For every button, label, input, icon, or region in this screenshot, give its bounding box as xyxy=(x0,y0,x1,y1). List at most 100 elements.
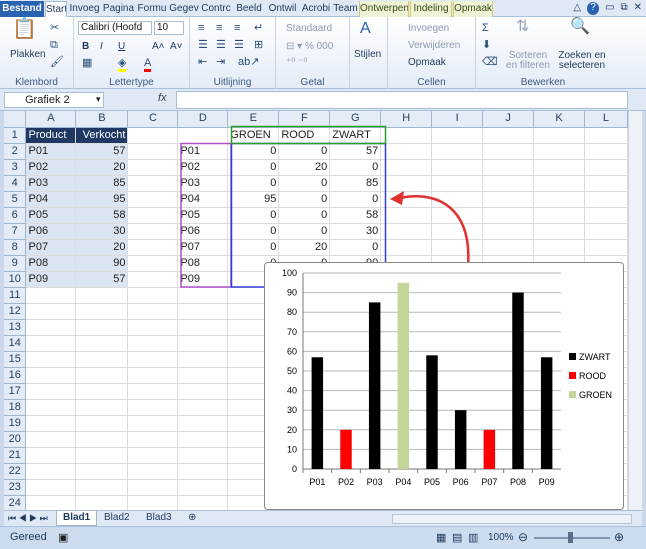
indent-increase-icon[interactable]: ⇥ xyxy=(216,56,225,68)
styles-icon[interactable]: A xyxy=(360,21,371,37)
ribbon-tab-ontwerpen[interactable]: Ontwerpen xyxy=(359,1,409,17)
find-select-button[interactable]: Zoeken en selecteren xyxy=(556,51,608,71)
wrap-text-icon[interactable]: ↵ xyxy=(254,22,263,34)
fill-color-icon[interactable]: ◈ xyxy=(118,57,127,72)
sheet-tab-blad2[interactable]: Blad2 xyxy=(98,511,136,526)
view-page-layout-icon[interactable]: ▤ xyxy=(452,531,462,544)
bar-p03 xyxy=(368,302,381,469)
legend-swatch-groen xyxy=(569,391,576,398)
number-format-select[interactable]: Standaard xyxy=(286,23,332,34)
sheet-nav-buttons[interactable]: ⏮ ◀ ▶ ⏭ xyxy=(8,513,48,524)
number-group-label: Getal xyxy=(300,77,325,88)
font-size-select[interactable]: 10 xyxy=(154,21,184,35)
clear-icon[interactable]: ⌫ xyxy=(482,56,498,68)
bar-p02 xyxy=(340,429,352,469)
legend-label-rood: ROOD xyxy=(579,371,607,381)
sheet-tab-blad1[interactable]: Blad1 xyxy=(56,511,98,526)
font-group: Calibri (Hoofd 10 B I U A˄ A˅ ▦ ◈ A Lett… xyxy=(74,17,190,89)
paste-button[interactable]: Plakken xyxy=(10,49,46,60)
paste-icon[interactable]: 📋 xyxy=(12,19,37,39)
ribbon-tab-ontwil[interactable]: Ontwil xyxy=(266,1,299,17)
ribbon-tab-invoeg[interactable]: Invoeg xyxy=(68,1,101,17)
vertical-scrollbar[interactable] xyxy=(628,111,642,510)
ribbon-tab-start[interactable]: Start xyxy=(45,1,67,17)
bar-p05 xyxy=(426,355,438,469)
styles-group: A Stijlen xyxy=(350,17,388,89)
align-bottom-icon[interactable]: ≡ xyxy=(234,22,240,34)
find-select-icon[interactable]: 🔍 xyxy=(570,19,590,35)
italic-button[interactable]: I xyxy=(100,41,103,52)
minimize-ribbon-icon[interactable]: △ xyxy=(573,2,581,15)
view-normal-icon[interactable]: ▦ xyxy=(436,531,446,544)
underline-button[interactable]: U xyxy=(118,41,125,52)
currency-button[interactable]: ⊟ ▾ % 000 xyxy=(286,41,333,52)
zoom-slider-thumb[interactable] xyxy=(568,532,573,543)
name-box-dropdown-icon[interactable]: ▾ xyxy=(96,94,101,105)
insert-cells-button[interactable]: Invoegen xyxy=(408,23,449,34)
insert-sheet-icon[interactable]: ⊕ xyxy=(182,511,202,526)
delete-cells-button[interactable]: Verwijderen xyxy=(408,40,460,51)
ribbon-tab-indeling[interactable]: Indeling xyxy=(410,1,452,17)
bold-button[interactable]: B xyxy=(82,41,89,52)
restore-window-icon[interactable]: ⧉ xyxy=(620,2,627,15)
ribbon-tab-beeld[interactable]: Beeld xyxy=(233,1,265,17)
view-page-break-icon[interactable]: ▥ xyxy=(468,531,478,544)
cut-icon[interactable]: ✂ xyxy=(50,22,59,34)
align-top-icon[interactable]: ≡ xyxy=(198,22,204,34)
y-tick-label: 20 xyxy=(287,425,297,435)
series-range-outline xyxy=(230,125,387,145)
copy-icon[interactable]: ⧉ xyxy=(50,39,58,51)
x-tick-label: P03 xyxy=(367,477,383,487)
ribbon-tab-pagina[interactable]: Pagina xyxy=(102,1,135,17)
zoom-in-button[interactable]: ⊕ xyxy=(614,530,624,544)
ribbon-tab-opmaak[interactable]: Opmaak xyxy=(453,1,493,17)
close-window-icon[interactable]: ✕ xyxy=(634,2,642,15)
format-cells-button[interactable]: Opmaak xyxy=(408,57,446,68)
status-text: Gereed xyxy=(10,531,47,543)
borders-icon[interactable]: ▦ xyxy=(82,57,92,69)
y-tick-label: 30 xyxy=(287,405,297,415)
bar-p08 xyxy=(512,292,524,469)
zoom-out-button[interactable]: ⊖ xyxy=(518,530,528,544)
orientation-icon[interactable]: ab↗ xyxy=(238,56,259,68)
shrink-font-button[interactable]: A˅ xyxy=(170,41,183,52)
align-middle-icon[interactable]: ≡ xyxy=(216,22,222,34)
ribbon-tab-formu[interactable]: Formu xyxy=(136,1,168,17)
help-icon[interactable]: ? xyxy=(587,2,600,15)
sort-filter-button[interactable]: Sorteren en filteren xyxy=(504,51,552,71)
number-group: Standaard ⊟ ▾ % 000 ⁺⁰ ⁻⁰ Getal xyxy=(276,17,350,89)
macro-record-icon[interactable]: ▣ xyxy=(58,531,68,544)
fill-icon[interactable]: ⬇ xyxy=(482,39,491,51)
chart-plot[interactable]: 0 10 20 30 40 50 60 70 80 90 100 P01 P02 P03 P04 P05 P06… xyxy=(265,263,623,509)
ribbon-tab-team[interactable]: Team xyxy=(333,1,358,17)
ribbon-tab-gegev[interactable]: Gegev xyxy=(169,1,199,17)
ribbon-tab-acrobi[interactable]: Acrobi xyxy=(300,1,332,17)
autosum-icon[interactable]: Σ xyxy=(482,22,489,34)
align-center-icon[interactable]: ☰ xyxy=(216,39,226,51)
formula-input[interactable] xyxy=(176,91,628,109)
align-right-icon[interactable]: ☰ xyxy=(234,39,244,51)
alignment-group: ≡ ≡ ≡ ↵ ☰ ☰ ☰ ⊞ ⇤ ⇥ ab↗ Uitlijning xyxy=(190,17,276,89)
minimize-window-icon[interactable]: ▭ xyxy=(605,2,614,15)
decimal-buttons[interactable]: ⁺⁰ ⁻⁰ xyxy=(286,57,307,68)
chart-object[interactable]: 0 10 20 30 40 50 60 70 80 90 100 P01 P02 P03 P04 P05 P06… xyxy=(264,262,624,510)
indent-decrease-icon[interactable]: ⇤ xyxy=(198,56,207,68)
x-tick-label: P05 xyxy=(424,477,440,487)
styles-button[interactable]: Stijlen xyxy=(354,49,381,60)
align-left-icon[interactable]: ☰ xyxy=(198,39,208,51)
zoom-level[interactable]: 100% xyxy=(488,532,514,543)
name-box[interactable]: Grafiek 2 xyxy=(4,92,104,108)
sheet-tab-blad3[interactable]: Blad3 xyxy=(140,511,178,526)
merge-icon[interactable]: ⊞ xyxy=(254,39,263,51)
sort-filter-icon[interactable]: ⇅ xyxy=(516,19,529,35)
grow-font-button[interactable]: A˄ xyxy=(152,41,165,52)
y-tick-label: 0 xyxy=(292,464,297,474)
insert-function-button[interactable]: fx xyxy=(158,92,167,104)
horizontal-scrollbar[interactable] xyxy=(392,514,632,524)
format-painter-icon[interactable]: 🖌 xyxy=(50,56,64,68)
ribbon-tab-bestand[interactable]: Bestand xyxy=(0,1,44,17)
font-color-icon[interactable]: A xyxy=(144,57,152,72)
font-name-select[interactable]: Calibri (Hoofd xyxy=(78,21,152,35)
ribbon-tab-contrc[interactable]: Contrc xyxy=(200,1,232,17)
x-tick-label: P02 xyxy=(338,477,354,487)
